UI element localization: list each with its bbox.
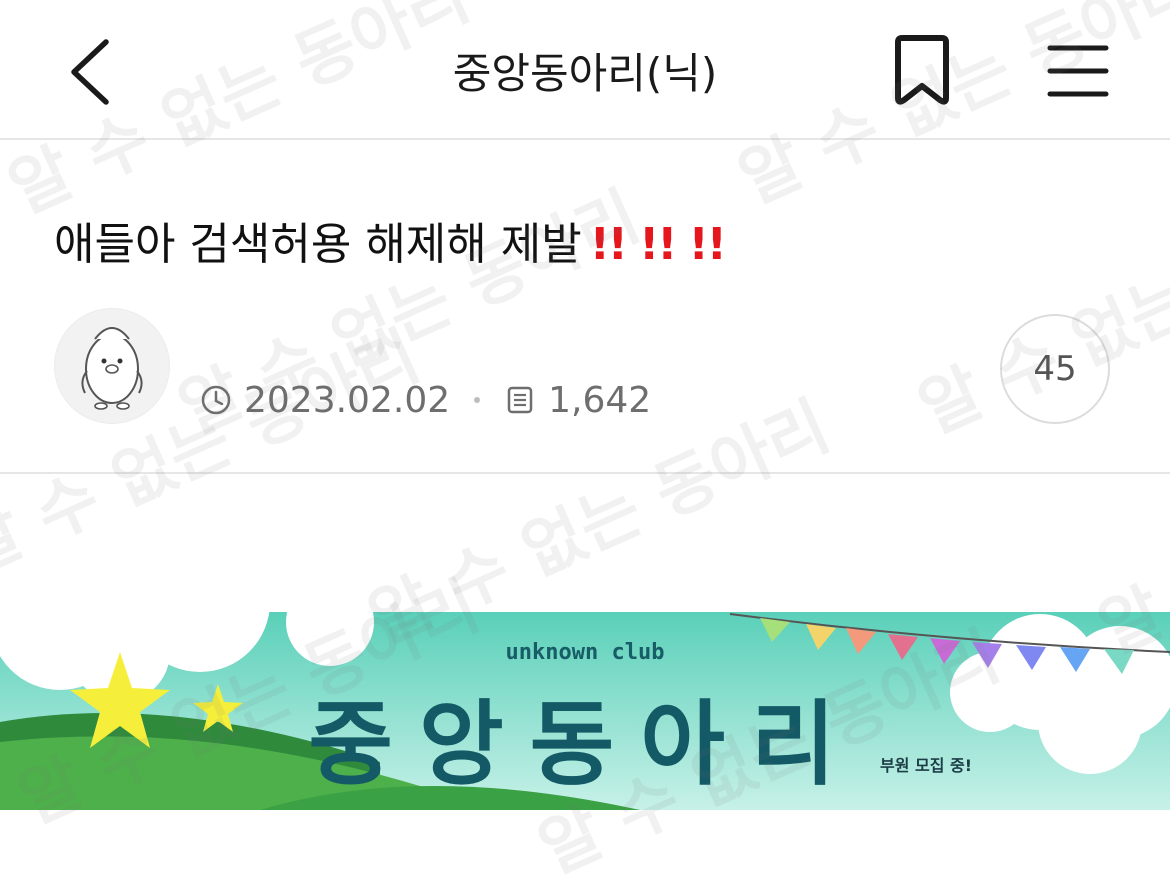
comment-count: 45 bbox=[1033, 349, 1077, 389]
page-title: 중앙동아리(닉) bbox=[452, 49, 718, 98]
document-icon bbox=[507, 386, 533, 414]
view-count: 1,642 bbox=[548, 379, 652, 421]
author-avatar[interactable] bbox=[54, 308, 170, 424]
bookmark-icon bbox=[895, 35, 949, 105]
hamburger-menu-icon bbox=[1047, 45, 1109, 97]
meta-separator bbox=[474, 397, 481, 403]
clock-icon bbox=[201, 385, 231, 415]
banner-brand: unknown club bbox=[505, 640, 665, 665]
banner-title: 중앙동아리 bbox=[308, 691, 862, 798]
post-date: 2023.02.02 bbox=[244, 379, 451, 421]
post-meta: 2023.02.02 1,642 bbox=[200, 378, 651, 422]
banner-tagline: 부원 모집 중! bbox=[880, 756, 973, 775]
bookmark-button[interactable] bbox=[886, 34, 958, 108]
post-title: 애들아 검색허용 해제해 제발!! !! !! bbox=[54, 208, 727, 272]
exclamation-emphasis: !! !! !! bbox=[589, 219, 727, 270]
comment-count-button[interactable]: 45 bbox=[1000, 314, 1110, 424]
top-app-bar: 중앙동아리(닉) bbox=[0, 0, 1170, 140]
penguin-avatar-icon bbox=[81, 327, 143, 410]
menu-button[interactable] bbox=[1040, 38, 1116, 104]
post-title-text: 애들아 검색허용 해제해 제발 bbox=[54, 219, 582, 270]
content-divider bbox=[0, 472, 1170, 474]
